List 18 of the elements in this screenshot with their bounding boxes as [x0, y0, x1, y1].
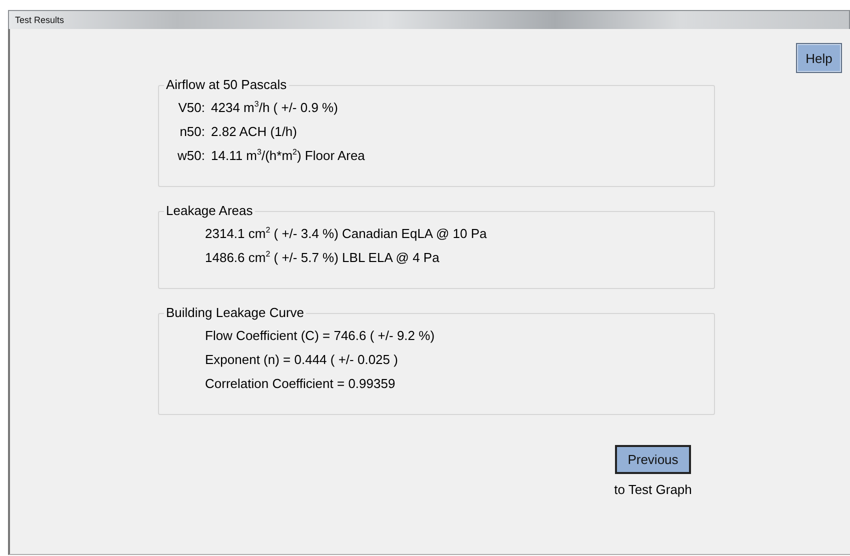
group-title: Airflow at 50 Pascals: [164, 77, 289, 92]
result-value: 14.11 m$^{3}$/(h*m$^{2}$) Floor Area: [211, 148, 365, 164]
result-value: Exponent (n) = 0.444 ( +/- 0.025 ): [205, 352, 398, 368]
result-value: Flow Coefficient (C) = 746.6 ( +/- 9.2 %): [205, 328, 435, 344]
result-value: 1486.6 cm$^{2}$ ( +/- 5.7 %) LBL ELA @ 4 Pa: [205, 250, 440, 266]
result-value: Correlation Coefficient = 0.99359: [205, 376, 396, 392]
window-title: Test Results: [15, 15, 64, 25]
group-title: Building Leakage Curve: [164, 305, 306, 320]
result-value: 4234 m$^{3}$/h ( +/- 0.9 %): [211, 100, 338, 116]
result-label: V50:: [177, 100, 205, 116]
result-label: w50:: [176, 148, 205, 164]
group-title: Leakage Areas: [164, 203, 255, 218]
result-label: n50:: [178, 124, 205, 140]
result-value: 2314.1 cm$^{2}$ ( +/- 3.4 %) Canadian EqLA @ 10 Pa: [205, 226, 487, 242]
help-button[interactable]: Help: [796, 43, 842, 73]
button-caption: to Test Graph: [614, 482, 692, 497]
result-value: 2.82 ACH (1/h): [211, 124, 297, 140]
previous-button[interactable]: Previous: [615, 445, 691, 474]
